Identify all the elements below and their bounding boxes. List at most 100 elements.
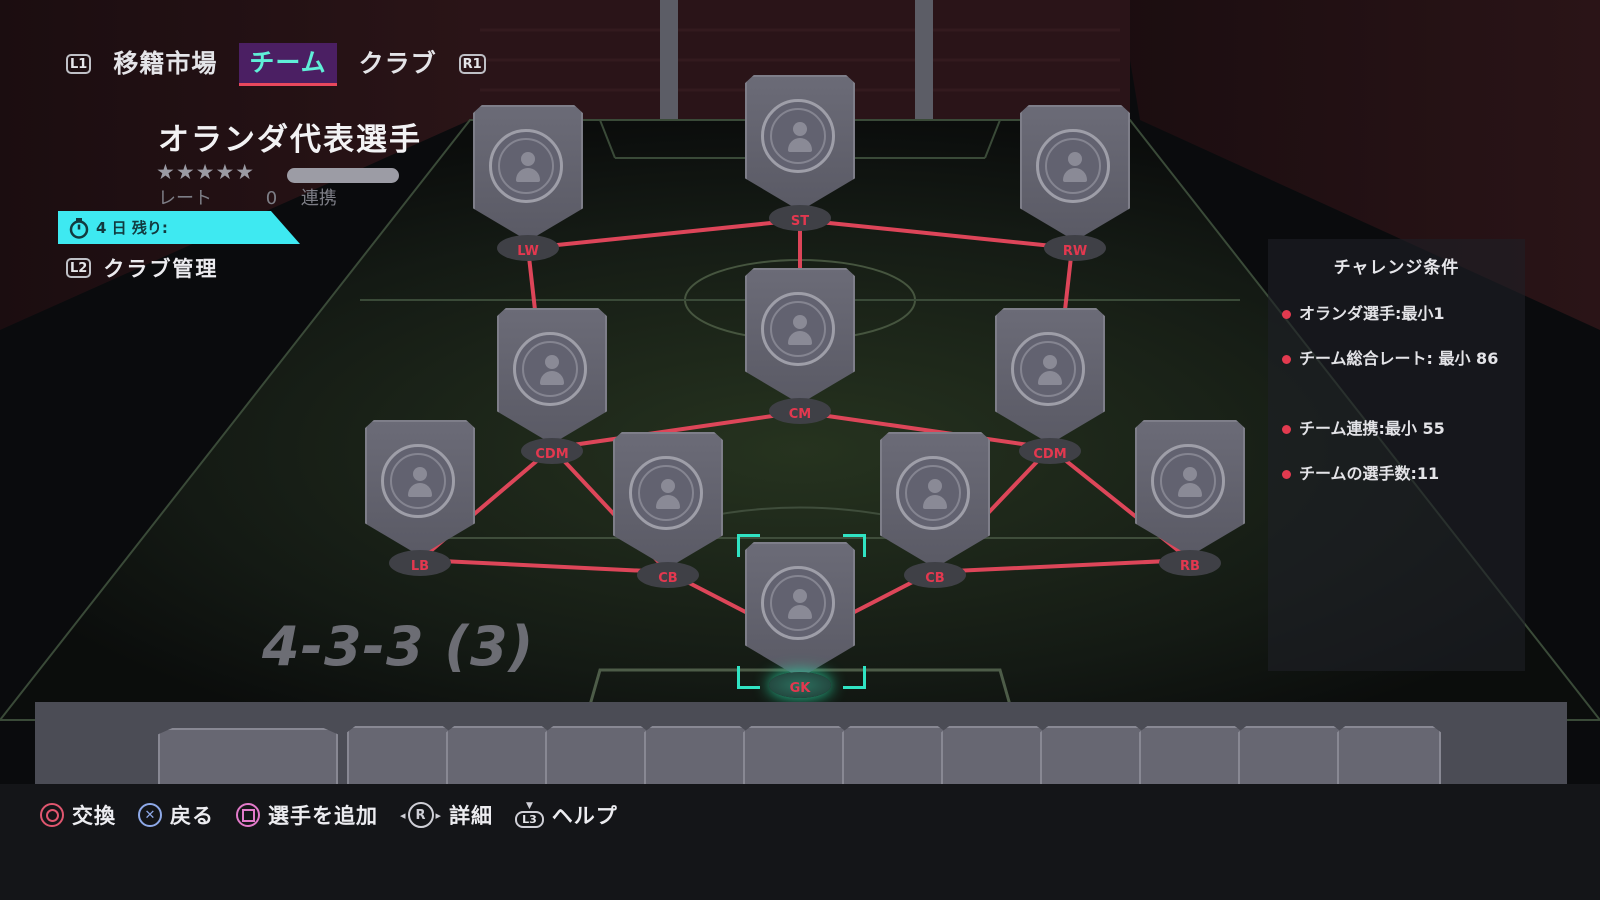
club-management-label: クラブ管理 — [103, 257, 219, 281]
square-button-icon — [236, 803, 260, 827]
empty-player-icon — [761, 99, 835, 173]
position-label: RB — [1159, 550, 1221, 576]
requirement-bullet-icon — [1282, 425, 1291, 434]
formation-name: 4-3-3 (3) — [262, 615, 535, 678]
empty-player-icon — [761, 566, 835, 640]
requirement-bullet-icon — [1282, 470, 1291, 479]
swap-action[interactable]: 交換 — [40, 800, 116, 830]
circle-button-icon — [40, 803, 64, 827]
stopwatch-icon — [69, 217, 89, 239]
selection-corner — [737, 666, 760, 689]
bench-slot[interactable] — [644, 726, 748, 784]
requirement-text: チーム総合レート: 最小 86 — [1299, 349, 1499, 368]
chemistry-label: 連携 — [300, 188, 337, 209]
requirement-bullet-icon — [1282, 355, 1291, 364]
requirement-item: チーム総合レート: 最小 86 — [1282, 346, 1514, 371]
player-slot-lw[interactable]: LW — [473, 105, 583, 281]
l2-button-icon: L2 — [66, 258, 92, 278]
substitutes-bench — [35, 702, 1567, 784]
position-label: ST — [769, 205, 831, 231]
requirements-title: チャレンジ条件 — [1333, 258, 1460, 278]
back-label: 戻る — [170, 804, 214, 828]
requirement-text: チームの選手数:11 — [1299, 464, 1440, 483]
tab-transfer-market[interactable]: 移籍市場 — [103, 44, 227, 84]
bench-slot[interactable] — [347, 726, 451, 784]
bench-slot[interactable] — [941, 726, 1045, 784]
l3-stick-icon: ▼ L3 — [515, 802, 544, 828]
right-stick-icon: ◂ R ▸ — [400, 802, 441, 828]
bench-slot[interactable] — [1238, 726, 1342, 784]
position-label: LW — [497, 235, 559, 261]
bench-slot[interactable] — [743, 726, 847, 784]
back-action[interactable]: ✕ 戻る — [138, 800, 214, 830]
requirement-item: チーム連携:最小 55 — [1282, 416, 1514, 441]
details-label: 詳細 — [449, 804, 494, 828]
player-slot-cm[interactable]: CM — [745, 268, 855, 444]
bench-slot[interactable] — [1337, 726, 1441, 784]
player-slot-rb[interactable]: RB — [1135, 420, 1245, 596]
position-label: GK — [769, 672, 831, 698]
player-slot-cdm[interactable]: CDM — [497, 308, 607, 484]
player-slot-rw[interactable]: RW — [1020, 105, 1130, 281]
empty-player-icon — [513, 332, 587, 406]
r1-button-icon[interactable]: R1 — [458, 54, 486, 74]
tab-club[interactable]: クラブ — [349, 44, 447, 84]
squad-title: オランダ代表選手 — [158, 122, 422, 158]
swap-label: 交換 — [72, 804, 116, 828]
empty-player-icon — [1011, 332, 1085, 406]
bench-slot[interactable] — [545, 726, 649, 784]
position-label: RW — [1044, 235, 1106, 261]
add-player-action[interactable]: 選手を追加 — [236, 800, 378, 830]
empty-player-icon — [761, 292, 835, 366]
challenge-requirements-panel: チャレンジ条件 オランダ選手:最小1 チーム総合レート: 最小 86 チーム連携… — [1268, 239, 1525, 671]
requirement-item: オランダ選手:最小1 — [1282, 301, 1514, 326]
cross-button-icon: ✕ — [138, 803, 162, 827]
empty-player-icon — [381, 444, 455, 518]
star-rating: ★★★★★ — [156, 160, 256, 184]
selection-corner — [843, 666, 866, 689]
requirement-bullet-icon — [1282, 310, 1291, 319]
tab-squad[interactable]: チーム — [239, 42, 337, 86]
right-stick-glyph: R — [407, 802, 434, 828]
empty-player-icon — [896, 456, 970, 530]
position-label: CDM — [521, 438, 583, 464]
bench-slot[interactable] — [1040, 726, 1144, 784]
empty-player-icon — [489, 129, 563, 203]
top-navigation: L1 移籍市場 チーム クラブ R1 — [66, 42, 486, 86]
rating-row: レート 0 連携 — [158, 184, 337, 210]
l3-stick-glyph: L3 — [515, 811, 544, 828]
player-slot-st[interactable]: ST — [745, 75, 855, 251]
position-label: CDM — [1019, 438, 1081, 464]
squad-builder-screen: L1 移籍市場 チーム クラブ R1 オランダ代表選手 ★★★★★ レート 0 … — [0, 0, 1600, 900]
bench-slot[interactable] — [842, 726, 946, 784]
player-slot-lb[interactable]: LB — [365, 420, 475, 596]
bench-slot[interactable] — [158, 728, 338, 784]
club-management-link[interactable]: L2 クラブ管理 — [66, 253, 218, 283]
player-slot-gk[interactable]: GK — [737, 534, 866, 718]
rating-value: 0 — [265, 188, 278, 209]
add-player-label: 選手を追加 — [268, 804, 378, 828]
bench-slot[interactable] — [1139, 726, 1243, 784]
selection-corner — [843, 534, 866, 557]
position-label: CM — [769, 398, 831, 424]
player-slot-cb[interactable]: CB — [880, 432, 990, 608]
controls-footer: 交換 ✕ 戻る 選手を追加 ◂ R ▸ 詳細 ▼ L3 ヘルプ — [0, 784, 1600, 900]
requirement-item: チームの選手数:11 — [1282, 461, 1514, 486]
empty-player-icon — [1151, 444, 1225, 518]
details-action[interactable]: ◂ R ▸ 詳細 — [400, 800, 493, 830]
player-slot-cb[interactable]: CB — [613, 432, 723, 608]
time-remaining-text: 4 日 残り: — [96, 219, 168, 237]
requirement-text: オランダ選手:最小1 — [1299, 304, 1445, 323]
bench-slot[interactable] — [446, 726, 550, 784]
position-label: CB — [904, 562, 966, 588]
player-slot-cdm[interactable]: CDM — [995, 308, 1105, 484]
time-remaining-badge: 4 日 残り: — [58, 211, 300, 244]
position-label: CB — [637, 562, 699, 588]
empty-player-icon — [1036, 129, 1110, 203]
help-action[interactable]: ▼ L3 ヘルプ — [515, 800, 618, 830]
rating-label: レート — [158, 188, 212, 209]
empty-player-icon — [629, 456, 703, 530]
help-label: ヘルプ — [551, 804, 618, 828]
requirement-text: チーム連携:最小 55 — [1299, 419, 1445, 438]
l1-button-icon[interactable]: L1 — [66, 54, 92, 74]
